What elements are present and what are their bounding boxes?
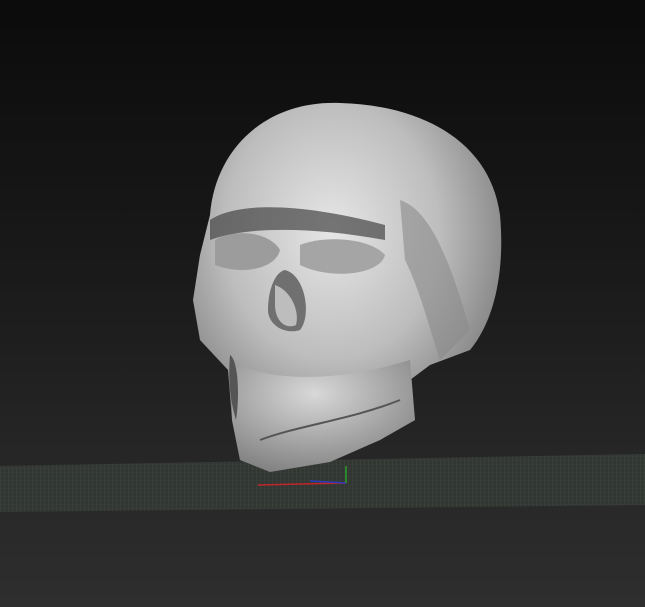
3d-viewport[interactable] [0, 0, 645, 607]
skull-mesh[interactable] [193, 102, 502, 472]
